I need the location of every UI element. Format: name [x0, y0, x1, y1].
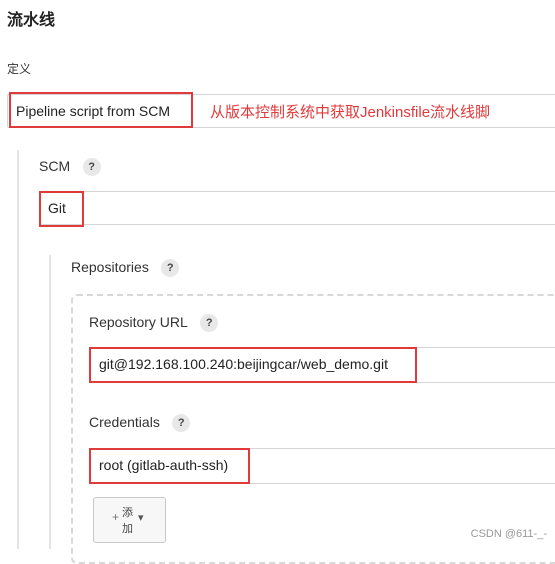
repositories-indent-line	[49, 255, 51, 549]
repository-url-value: git@192.168.100.240:beijingcar/web_demo.…	[99, 356, 388, 372]
chevron-down-icon: ▾	[138, 512, 144, 524]
definition-select-value: Pipeline script from SCM	[16, 103, 171, 119]
repositories-label-row: Repositories ?	[71, 259, 180, 277]
repository-url-help-icon[interactable]: ?	[200, 314, 219, 332]
repositories-help-icon[interactable]: ?	[161, 259, 180, 277]
credentials-label: Credentials	[89, 414, 160, 431]
add-button-label-1: 添	[122, 507, 133, 519]
credentials-select[interactable]: root (gitlab-auth-ssh)	[89, 448, 555, 484]
scm-label: SCM	[39, 158, 71, 175]
credentials-label-row: Credentials ?	[89, 414, 191, 432]
repository-url-label-row: Repository URL ?	[89, 314, 219, 332]
credentials-value: root (gitlab-auth-ssh)	[99, 457, 229, 473]
repositories-label: Repositories	[71, 259, 149, 276]
add-button-label-2: 加	[122, 523, 133, 535]
scm-select[interactable]: Git	[39, 191, 555, 225]
definition-label: 定义	[7, 62, 32, 76]
plus-icon: +	[112, 510, 120, 524]
add-credentials-button[interactable]: + 添 加 ▾	[93, 497, 166, 543]
repository-url-label: Repository URL	[89, 314, 188, 331]
scm-label-row: SCM ?	[39, 158, 101, 176]
scm-select-value: Git	[48, 200, 66, 216]
definition-annotation: 从版本控制系统中获取Jenkinsfile流水线脚	[210, 104, 491, 121]
watermark: CSDN @611-_-	[470, 528, 547, 540]
scm-indent-line	[17, 150, 19, 549]
repository-url-input[interactable]: git@192.168.100.240:beijingcar/web_demo.…	[89, 347, 555, 383]
scm-help-icon[interactable]: ?	[82, 158, 101, 176]
credentials-help-icon[interactable]: ?	[172, 414, 191, 432]
section-title: 流水线	[7, 12, 56, 29]
